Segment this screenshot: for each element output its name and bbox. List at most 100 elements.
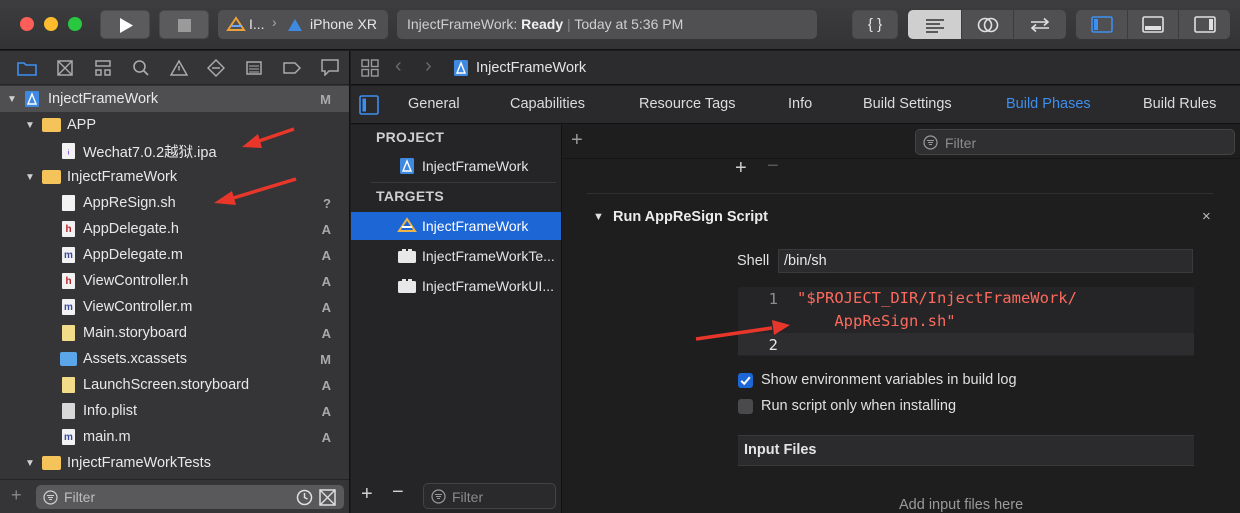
tree-item-folder-tests[interactable]: ▼ InjectFrameWorkTests	[0, 450, 349, 476]
add-phase-icon[interactable]: +	[571, 129, 583, 152]
tab-build-settings[interactable]: Build Settings	[863, 96, 952, 112]
add-icon[interactable]: +	[11, 485, 22, 506]
tree-item-file[interactable]: m ViewController.m A	[0, 294, 349, 320]
phase-title[interactable]: Run AppReSign Script	[613, 209, 768, 225]
close-window-button[interactable]	[20, 17, 34, 31]
objc-file-icon: m	[62, 299, 75, 315]
toggle-navigator-button[interactable]	[1076, 10, 1128, 39]
show-env-vars-checkbox[interactable]	[738, 373, 753, 388]
tree-item-file[interactable]: m main.m A	[0, 424, 349, 450]
tab-build-phases[interactable]: Build Phases	[1006, 96, 1091, 112]
tree-item-file[interactable]: m AppDelegate.m A	[0, 242, 349, 268]
assistant-editor-button[interactable]	[962, 10, 1014, 39]
target-item-tests[interactable]: InjectFrameWorkTe...	[351, 242, 561, 270]
tree-item-file[interactable]: AppReSign.sh ?	[0, 190, 349, 216]
test-bundle-icon	[398, 249, 416, 263]
back-arrow-icon[interactable]: ‹	[395, 55, 402, 78]
scm-badge: A	[321, 221, 331, 237]
checkmark-icon	[740, 376, 751, 386]
targets-filter-input[interactable]: Filter	[423, 483, 556, 509]
tree-item-label: ViewController.m	[83, 299, 193, 315]
close-icon[interactable]: ×	[1202, 208, 1211, 225]
tree-item-label: Info.plist	[83, 403, 137, 419]
minimize-window-button[interactable]	[44, 17, 58, 31]
tree-item-label: InjectFrameWork	[67, 169, 178, 185]
standard-editor-button[interactable]	[908, 10, 962, 39]
folder-icon	[42, 170, 61, 184]
chevron-right-icon: ›	[272, 14, 277, 30]
folder-navigator-icon[interactable]	[8, 60, 46, 76]
run-only-installing-checkbox[interactable]	[738, 399, 753, 414]
breadcrumb[interactable]: InjectFrameWork	[476, 60, 586, 76]
tree-item-file[interactable]: Info.plist A	[0, 398, 349, 424]
tab-info[interactable]: Info	[788, 96, 812, 112]
shell-value: /bin/sh	[784, 253, 827, 269]
remove-target-icon[interactable]: −	[392, 481, 404, 504]
show-outline-icon[interactable]	[359, 95, 379, 115]
disclosure-down-icon[interactable]: ▼	[6, 94, 18, 105]
tree-item-file[interactable]: Assets.xcassets M	[0, 346, 349, 372]
disclosure-down-icon[interactable]: ▼	[24, 458, 36, 469]
stop-button[interactable]	[159, 10, 209, 39]
tree-item-file[interactable]: h AppDelegate.h A	[0, 216, 349, 242]
source-control-filter-icon[interactable]	[319, 489, 336, 506]
tree-item-label: Assets.xcassets	[83, 351, 187, 367]
xcodeproj-icon	[400, 158, 414, 174]
left-panel-icon	[1090, 16, 1113, 33]
remove-item-icon[interactable]: −	[767, 155, 779, 178]
input-files-header: Input Files	[738, 435, 1194, 466]
breakpoint-icon[interactable]	[273, 61, 311, 75]
run-button[interactable]	[100, 10, 150, 39]
debug-icon[interactable]	[235, 59, 273, 77]
editor-mode-control	[908, 10, 1066, 39]
tree-item-file[interactable]: Main.storyboard A	[0, 320, 349, 346]
line-number: 2	[768, 336, 778, 354]
lines-icon	[925, 18, 944, 33]
tree-item-folder-inject[interactable]: ▼ InjectFrameWork	[0, 164, 349, 190]
recent-files-clock-icon[interactable]	[296, 489, 313, 506]
zoom-window-button[interactable]	[68, 17, 82, 31]
disclosure-down-icon[interactable]: ▼	[24, 120, 36, 131]
tree-item-folder-app[interactable]: ▼ APP	[0, 112, 349, 138]
report-icon[interactable]	[311, 59, 349, 76]
tree-item-file[interactable]: h ViewController.h A	[0, 268, 349, 294]
filter-icon	[923, 135, 938, 150]
symbol-navigator-icon[interactable]	[84, 59, 122, 77]
test-diamond-icon[interactable]	[197, 58, 235, 77]
navigator-filter-input[interactable]: Filter	[36, 485, 344, 509]
project-item[interactable]: InjectFrameWork	[351, 152, 561, 180]
scheme-selector[interactable]: I... › iPhone XR	[218, 10, 388, 39]
disclosure-down-icon[interactable]: ▼	[593, 211, 604, 223]
target-item-uitests[interactable]: InjectFrameWorkUI...	[351, 272, 561, 300]
toggle-inspector-button[interactable]	[1179, 10, 1230, 39]
add-item-icon[interactable]: +	[735, 157, 747, 180]
related-items-grid-icon[interactable]	[361, 59, 379, 77]
warning-icon[interactable]	[160, 58, 198, 77]
project-editor-tabs: General Capabilities Resource Tags Info …	[351, 86, 1240, 124]
disclosure-down-icon[interactable]: ▼	[24, 172, 36, 183]
tree-item-label: AppReSign.sh	[83, 195, 176, 211]
run-only-installing-label[interactable]: Run script only when installing	[761, 398, 956, 414]
code-line: "$PROJECT_DIR/InjectFrameWork/	[797, 289, 1077, 307]
folder-icon	[42, 118, 61, 132]
script-editor[interactable]: 1 "$PROJECT_DIR/InjectFrameWork/ AppReSi…	[738, 287, 1194, 356]
tab-general[interactable]: General	[408, 96, 460, 112]
phases-filter-input[interactable]: Filter	[915, 129, 1235, 155]
add-target-icon[interactable]: +	[361, 483, 373, 506]
tree-item-file[interactable]: LaunchScreen.storyboard A	[0, 372, 349, 398]
search-icon[interactable]	[122, 59, 160, 77]
tree-item-file[interactable]: ᵢ Wechat7.0.2越狱.ipa	[0, 138, 349, 164]
toggle-debug-area-button[interactable]	[1128, 10, 1179, 39]
forward-arrow-icon[interactable]: ›	[425, 55, 432, 78]
version-editor-button[interactable]	[1014, 10, 1066, 39]
tab-capabilities[interactable]: Capabilities	[510, 96, 585, 112]
target-item-app[interactable]: InjectFrameWork	[351, 212, 561, 240]
tab-build-rules[interactable]: Build Rules	[1143, 96, 1216, 112]
source-control-icon[interactable]	[46, 59, 84, 77]
code-review-button[interactable]: { }	[852, 10, 898, 39]
scm-badge: A	[321, 247, 331, 263]
show-env-vars-label[interactable]: Show environment variables in build log	[761, 372, 1017, 388]
tree-item-project[interactable]: ▼ InjectFrameWork M	[0, 86, 349, 112]
shell-input[interactable]: /bin/sh	[778, 249, 1193, 273]
tab-resource-tags[interactable]: Resource Tags	[639, 96, 735, 112]
